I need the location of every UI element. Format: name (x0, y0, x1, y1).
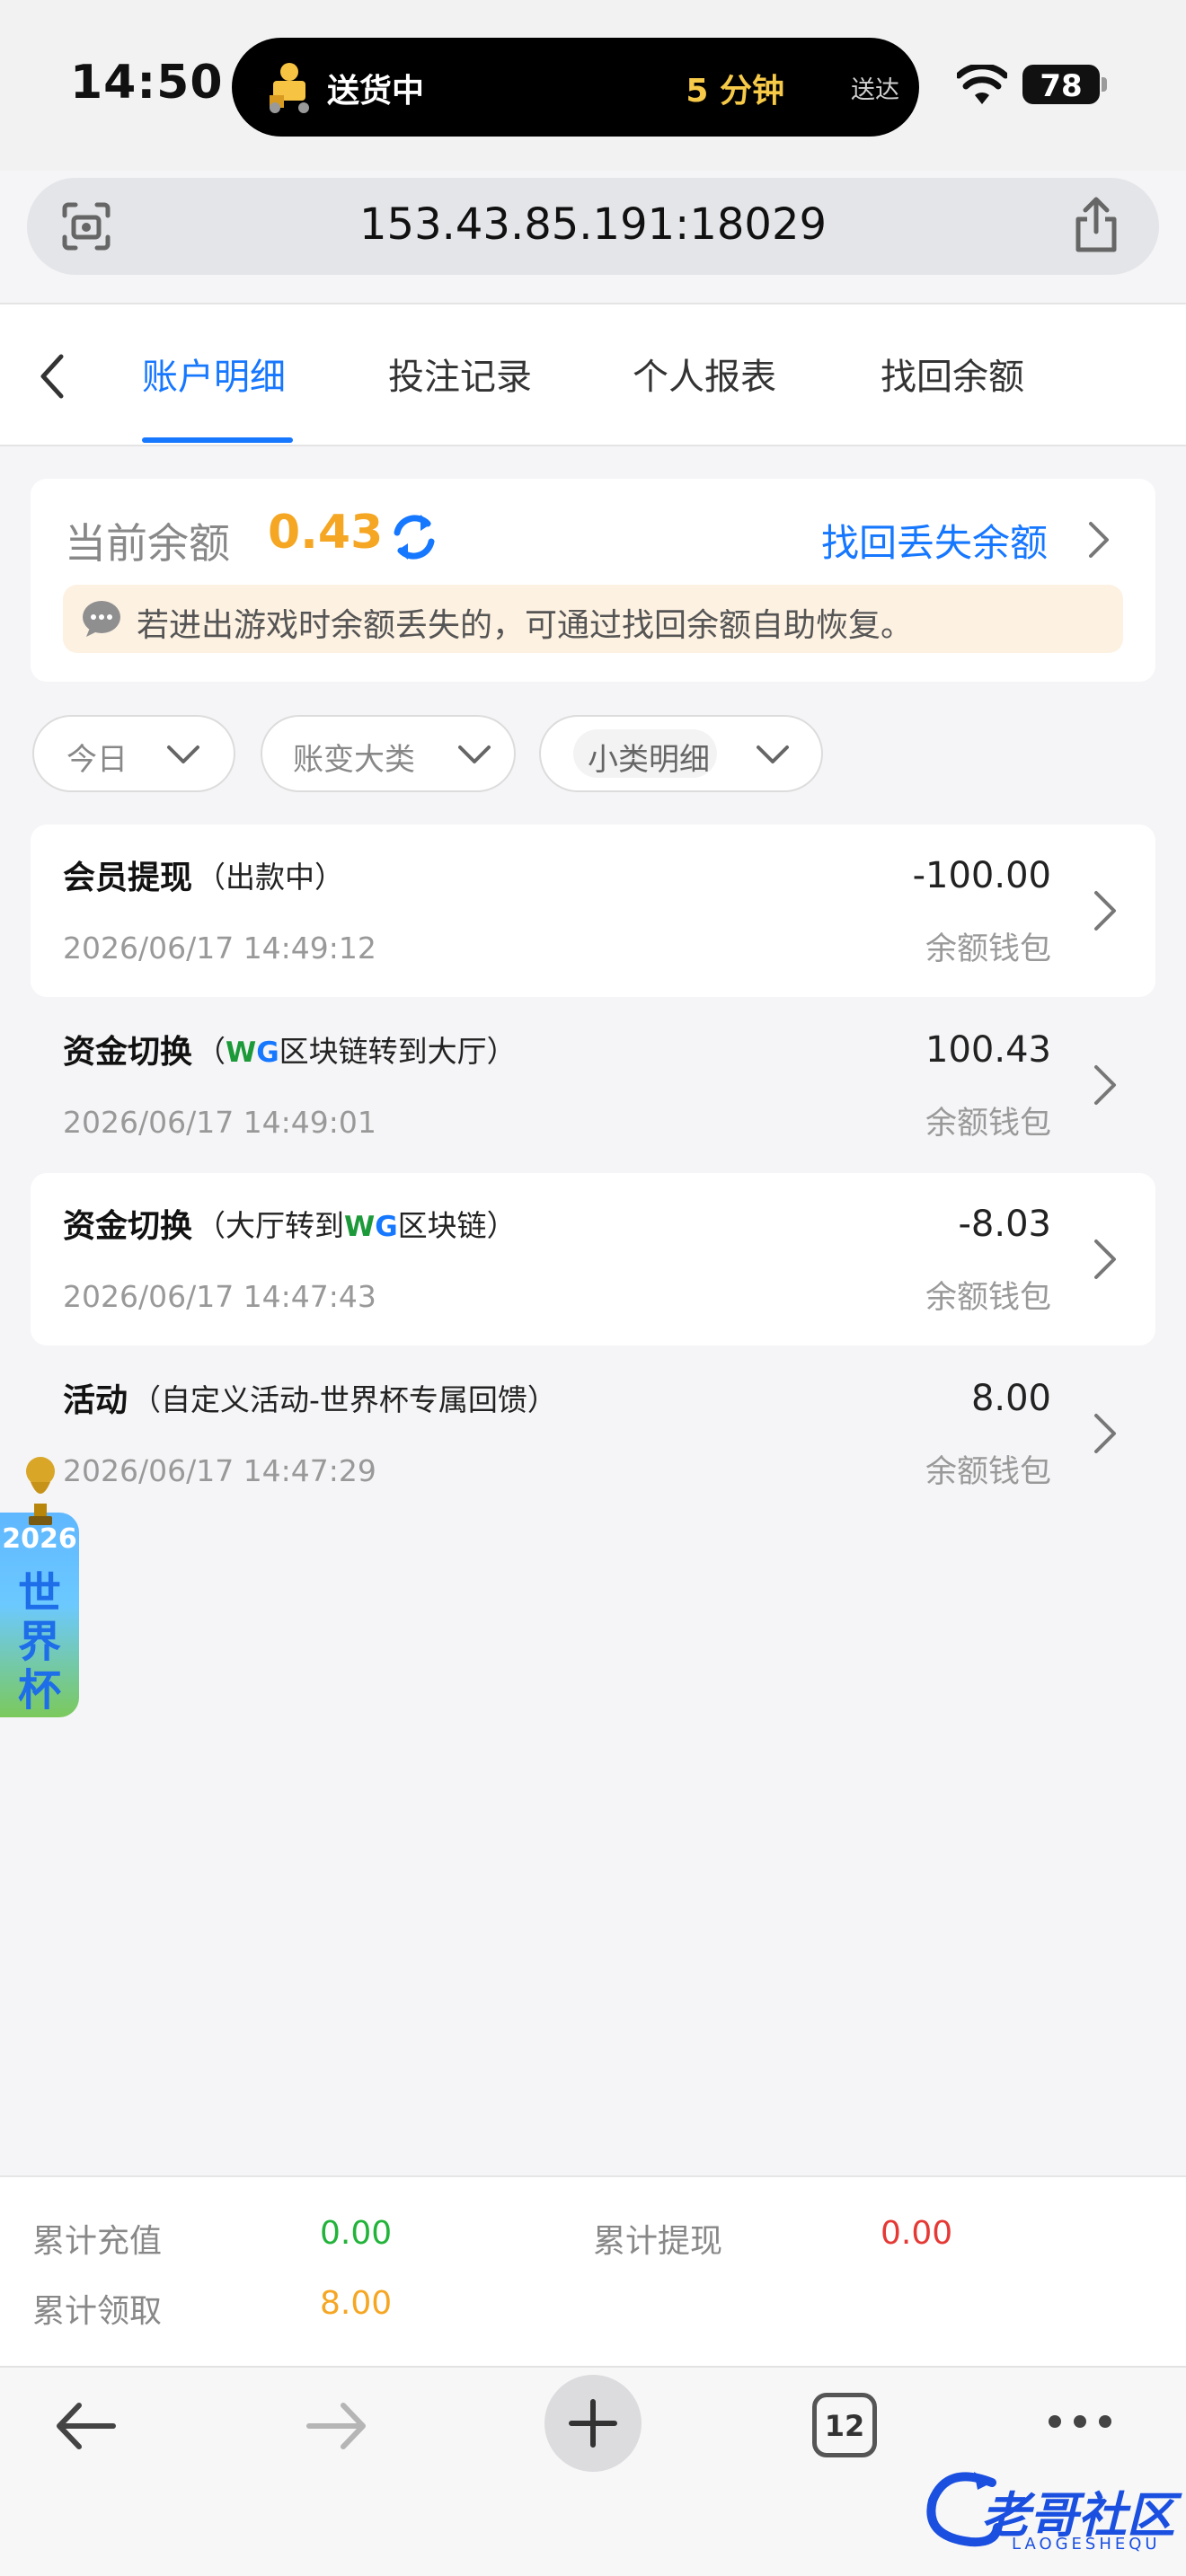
promo-year: 2026 (2, 1523, 77, 1555)
record-detail-prefix: （大厅转到 (196, 1208, 344, 1243)
filter-period[interactable]: 今日 (32, 715, 235, 792)
tab-recover-balance[interactable]: 找回余额 (881, 348, 1024, 400)
chevron-down-icon (757, 745, 789, 763)
battery-level: 78 (1040, 68, 1083, 104)
total-claimed-value: 8.00 (320, 2285, 393, 2322)
tab-switcher-button[interactable]: 12 (812, 2393, 877, 2457)
tab-personal-report[interactable]: 个人报表 (633, 348, 776, 400)
forward-arrow-icon[interactable] (304, 2393, 370, 2459)
record-amount: 100.43 (925, 1029, 1051, 1071)
notice-text: 若进出游戏时余额丢失的，可通过找回余额自助恢复。 (137, 607, 914, 644)
record-detail: （自定义活动-世界杯专属回馈） (131, 1382, 557, 1417)
total-recharge-label: 累计充值 (32, 2223, 163, 2260)
tab-account-detail[interactable]: 账户明细 (142, 348, 286, 400)
record-detail-rest: 区块链转到大厅） (279, 1034, 517, 1069)
tab-header: 账户明细 投注记录 个人报表 找回余额 (0, 303, 1186, 446)
record-title: 会员提现 (63, 860, 193, 896)
wg-logo-g: G (256, 1037, 279, 1069)
record-time: 2026/06/17 14:47:29 (63, 1453, 376, 1488)
record-detail: （出款中） (196, 860, 344, 895)
recover-lost-balance-link[interactable]: 找回丢失余额 (821, 513, 1048, 568)
chat-bubble-icon (83, 601, 120, 637)
wg-logo-text: WG (226, 1037, 279, 1069)
refresh-icon[interactable] (388, 511, 440, 563)
back-arrow-icon[interactable] (32, 349, 74, 403)
record-row[interactable]: 资金切换 （大厅转到WG区块链） 2026/06/17 14:47:43 -8.… (31, 1173, 1155, 1345)
delivery-status: 送货中 (327, 73, 425, 110)
record-amount: -8.03 (958, 1204, 1052, 1245)
wifi-icon (957, 65, 1007, 104)
status-bar: 14:50 送货中 5 分钟 送达 78 153.43.85.191:18029 (0, 0, 1186, 275)
record-wallet: 余额钱包 (925, 1106, 1051, 1142)
record-row[interactable]: 活动 （自定义活动-世界杯专属回馈） 2026/06/17 14:47:29 8… (31, 1347, 1155, 1520)
chevron-down-icon (167, 745, 199, 763)
record-time: 2026/06/17 14:47:43 (63, 1279, 376, 1314)
promo-char: 杯 (17, 1665, 61, 1716)
chevron-right-icon[interactable] (1091, 887, 1120, 934)
record-amount: 8.00 (970, 1378, 1051, 1419)
chevron-right-icon[interactable] (1091, 1410, 1120, 1457)
filter-subcategory[interactable]: 小类明细 (539, 715, 823, 792)
record-amount: -100.00 (912, 855, 1051, 896)
filter-category-label: 账变大类 (293, 742, 415, 778)
wg-logo-g: G (375, 1211, 398, 1243)
trophy-icon (26, 1457, 55, 1525)
notice-bar: 若进出游戏时余额丢失的，可通过找回余额自助恢复。 (63, 585, 1123, 653)
record-title: 资金切换 (63, 1208, 193, 1245)
battery-nub (1102, 77, 1107, 92)
filter-period-label: 今日 (66, 742, 128, 778)
open-tabs-count: 12 (824, 2409, 865, 2443)
address-bar[interactable]: 153.43.85.191:18029 (27, 178, 1159, 275)
status-time: 14:50 (70, 56, 224, 110)
record-wallet: 余额钱包 (925, 1280, 1051, 1316)
filter-subcategory-label: 小类明细 (588, 742, 710, 778)
record-detail: （大厅转到WG区块链） (196, 1202, 517, 1245)
record-time: 2026/06/17 14:49:01 (63, 1105, 376, 1140)
wg-logo-w: W (344, 1211, 376, 1243)
share-icon[interactable] (1071, 196, 1121, 255)
battery-icon: 78 (1022, 65, 1100, 104)
record-wallet: 余额钱包 (925, 1454, 1051, 1490)
delivery-eta: 5 分钟 (686, 73, 784, 110)
total-withdraw-value: 0.00 (881, 2215, 953, 2252)
delivery-rider-icon (270, 63, 309, 113)
record-detail-rest: 区块链） (397, 1208, 517, 1243)
new-tab-button[interactable] (544, 2375, 642, 2472)
more-options-icon[interactable] (1046, 2411, 1114, 2432)
wg-logo-icon: WG (344, 1211, 398, 1243)
total-claimed-label: 累计领取 (32, 2293, 163, 2330)
tab-bet-records[interactable]: 投注记录 (388, 348, 532, 400)
record-title: 活动 (63, 1382, 128, 1419)
balance-label: 当前余额 (65, 519, 230, 568)
plus-icon (569, 2399, 617, 2448)
total-withdraw-label: 累计提现 (593, 2223, 723, 2260)
url-text[interactable]: 153.43.85.191:18029 (27, 199, 1159, 250)
record-detail: （WG区块链转到大厅） (196, 1028, 517, 1071)
watermark-subtext: LAOGESHEQU (1012, 2535, 1161, 2554)
chevron-right-icon[interactable] (1084, 518, 1112, 561)
record-title: 资金切换 (63, 1034, 193, 1071)
record-wallet: 余额钱包 (925, 931, 1051, 967)
balance-value: 0.43 (268, 506, 384, 560)
wg-logo-text: WG (344, 1211, 398, 1243)
chevron-down-icon (458, 745, 491, 763)
chevron-right-icon[interactable] (1091, 1236, 1120, 1283)
total-recharge-value: 0.00 (320, 2215, 393, 2252)
record-time: 2026/06/17 14:49:12 (63, 931, 376, 966)
wg-logo-icon: WG (226, 1037, 279, 1069)
back-arrow-icon[interactable] (52, 2393, 119, 2459)
summary-panel: 累计充值 0.00 累计提现 0.00 累计领取 8.00 (0, 2175, 1186, 2366)
record-row[interactable]: 资金切换 （WG区块链转到大厅） 2026/06/17 14:49:01 100… (31, 999, 1155, 1171)
delivery-eta-suffix: 送达 (851, 76, 899, 104)
watermark-logo: 老哥社区 LAOGESHEQU (916, 2459, 1186, 2558)
active-tab-indicator (142, 437, 293, 443)
wg-logo-w: W (226, 1037, 257, 1069)
world-cup-promo-badge[interactable]: 2026 世 界 杯 (0, 1455, 79, 1717)
record-row[interactable]: 会员提现 （出款中） 2026/06/17 14:49:12 -100.00 余… (31, 825, 1155, 997)
record-detail-prefix: （ (196, 1034, 226, 1069)
dynamic-island[interactable]: 送货中 5 分钟 送达 (232, 38, 919, 137)
balance-card: 当前余额 0.43 找回丢失余额 若进出游戏时余额丢失的，可通过找回余额自助恢复… (31, 479, 1155, 682)
chevron-right-icon[interactable] (1091, 1062, 1120, 1108)
filter-category[interactable]: 账变大类 (261, 715, 516, 792)
